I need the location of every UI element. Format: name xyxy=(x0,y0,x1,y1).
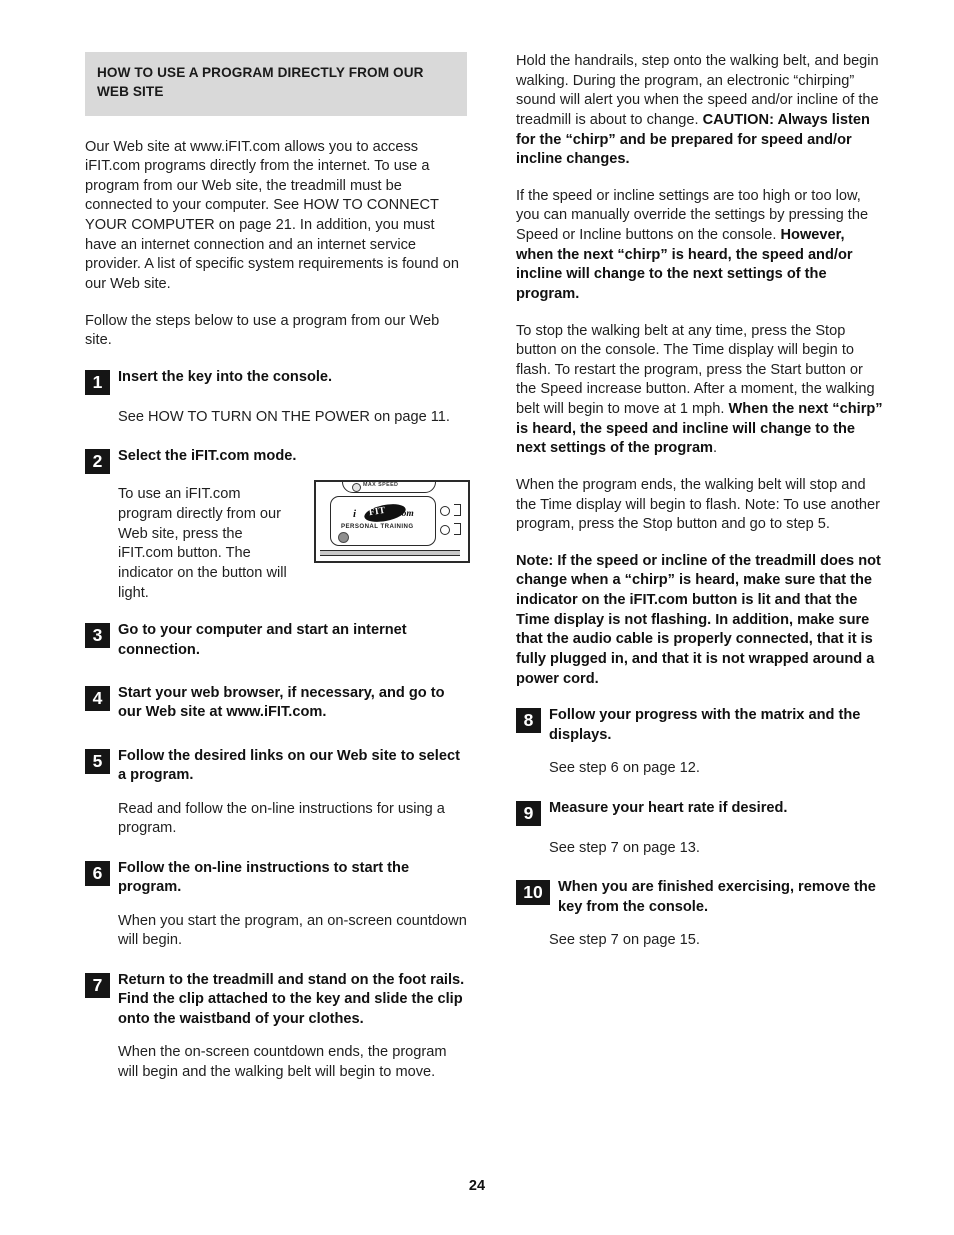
right-column: Hold the handrails, step onto the walkin… xyxy=(516,52,884,971)
step-number-badge: 9 xyxy=(516,800,541,826)
step-6: 6 Follow the on-line instructions to sta… xyxy=(85,859,467,898)
step-title: Measure your heart rate if desired. xyxy=(549,799,788,816)
step-10: 10 When you are finished exercising, rem… xyxy=(516,878,884,917)
step-number-badge: 1 xyxy=(85,369,110,395)
step-title: When you are finished exercising, remove… xyxy=(558,879,876,915)
right-paragraph-4: When the program ends, the walking belt … xyxy=(516,476,880,533)
max-speed-button-shape: MAX SPEED xyxy=(342,482,436,494)
intro-paragraph: Our Web site at www.iFIT.com allows you … xyxy=(85,138,459,292)
step-8-body: See step 6 on page 12. xyxy=(549,759,700,776)
step-title: Follow the desired links on our Web site… xyxy=(118,747,460,784)
console-rail-shape xyxy=(320,550,460,557)
step-6-body: When you start the program, an on-screen… xyxy=(118,912,467,949)
ifit-com-button-shape: i FIT .com PERSONAL TRAINING xyxy=(330,496,436,547)
step-title: Return to the treadmill and stand on the… xyxy=(118,971,465,1027)
step-2: 2 Select the iFIT.com mode. xyxy=(85,447,467,475)
step-title: Insert the key into the console. xyxy=(118,368,333,385)
step-9: 9 Measure your heart rate if desired. xyxy=(516,799,884,826)
section-header: HOW TO USE A PROGRAM DIRECTLY FROM OUR W… xyxy=(85,52,467,116)
step-3: 3 Go to your computer and start an inter… xyxy=(85,621,467,660)
console-circle-icon-2 xyxy=(440,525,450,536)
step-number-badge: 7 xyxy=(85,972,110,998)
logo-subtitle: PERSONAL TRAINING xyxy=(341,523,414,531)
step-title: Start your web browser, if necessary, an… xyxy=(118,684,445,721)
step-number-badge: 8 xyxy=(516,708,541,734)
step-title: Select the iFIT.com mode. xyxy=(118,448,297,465)
step-number-badge: 3 xyxy=(85,623,110,649)
right-note-paragraph: Note: If the speed or incline of the tre… xyxy=(516,552,881,687)
step-10-body: See step 7 on page 15. xyxy=(549,932,700,948)
manual-page: HOW TO USE A PROGRAM DIRECTLY FROM OUR W… xyxy=(0,0,954,1235)
step-1: 1 Insert the key into the console. xyxy=(85,368,467,395)
right-paragraph-1: Hold the handrails, step onto the walkin… xyxy=(516,52,884,170)
step-title: Follow the on-line instructions to start… xyxy=(118,859,410,896)
step-2-body: To use an iFIT.com program directly from… xyxy=(118,486,287,601)
step-1-body: See HOW TO TURN ON THE POWER on page 11. xyxy=(118,408,450,425)
step-5-body: Read and follow the on-line instructions… xyxy=(118,800,445,837)
step-2-body-wrap: To use an iFIT.com program directly from… xyxy=(118,480,470,603)
max-speed-indicator-icon xyxy=(352,483,361,493)
left-column: HOW TO USE A PROGRAM DIRECTLY FROM OUR W… xyxy=(85,52,470,1102)
right-paragraph-2: If the speed or incline settings are too… xyxy=(516,187,884,305)
step-7-body: When the on-screen countdown ends, the p… xyxy=(118,1044,447,1080)
button-indicator-led-icon xyxy=(338,532,349,544)
right-paragraph-3: To stop the walking belt at any time, pr… xyxy=(516,322,884,459)
follow-steps-paragraph: Follow the steps below to use a program … xyxy=(85,312,440,349)
page-number: 24 xyxy=(468,1178,486,1194)
step-number-badge: 10 xyxy=(516,880,550,906)
step-7: 7 Return to the treadmill and stand on t… xyxy=(85,971,467,1029)
console-illustration: MAX SPEED i FIT .com PERSONAL TRAINING xyxy=(314,480,470,564)
step-8: 8 Follow your progress with the matrix a… xyxy=(516,706,884,745)
step-title: Go to your computer and start an interne… xyxy=(118,622,407,658)
console-bracket-icon-2 xyxy=(454,523,461,536)
step-number-badge: 5 xyxy=(85,748,110,774)
logo-word-com: .com xyxy=(395,508,414,519)
ifit-com-logo-icon: i FIT .com xyxy=(344,501,424,526)
step-5: 5 Follow the desired links on our Web si… xyxy=(85,747,467,786)
step-9-body: See step 7 on page 13. xyxy=(549,839,700,856)
step-title: Follow your progress with the matrix and… xyxy=(549,707,861,743)
step-number-badge: 6 xyxy=(85,860,110,886)
right-paragraph-3-tail: . xyxy=(713,440,718,457)
console-bracket-icon-1 xyxy=(454,504,461,517)
step-number-badge: 2 xyxy=(85,449,110,475)
console-circle-icon-1 xyxy=(440,506,450,517)
max-speed-label: MAX SPEED xyxy=(363,482,399,489)
logo-letter-i: i xyxy=(353,508,357,521)
step-number-badge: 4 xyxy=(85,685,110,711)
step-4: 4 Start your web browser, if necessary, … xyxy=(85,684,467,723)
